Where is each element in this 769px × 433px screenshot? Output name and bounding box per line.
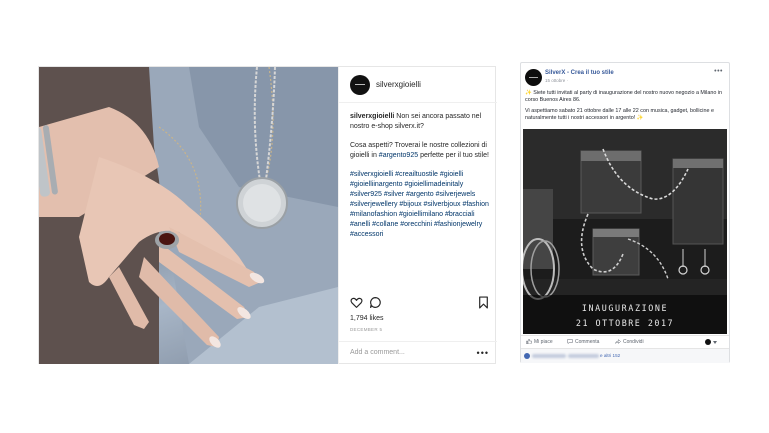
post-photo[interactable] <box>39 67 338 364</box>
caption-author[interactable]: silverxgioielli <box>350 113 394 120</box>
post-paragraph-1: Siete tutti invitati al party di inaugur… <box>525 90 723 104</box>
page-avatar[interactable] <box>525 69 542 86</box>
comment-input[interactable]: Add a comment... <box>350 349 405 356</box>
action-bar: Mi piace Commenta Condividi <box>521 335 729 347</box>
hashtag-list[interactable]: #silverxgioielli #creailtuostile #gioiel… <box>350 170 492 240</box>
avatar[interactable] <box>350 75 370 95</box>
comment-label: Commenta <box>575 339 600 345</box>
blurred-name <box>532 354 566 358</box>
image-title: INAUGURAZIONE <box>581 303 669 313</box>
thumbs-up-icon <box>526 339 532 344</box>
image-date: 21 OTTOBRE 2017 <box>575 318 675 328</box>
comment-button[interactable]: Commenta <box>567 339 599 345</box>
action-bar <box>350 296 490 310</box>
more-options-icon[interactable]: ••• <box>477 348 489 358</box>
post-date: DECEMBER 5 <box>350 327 383 332</box>
comment-icon <box>567 339 573 344</box>
facebook-post: SilverX - Crea il tuo stile 15 ottobre ·… <box>520 62 730 363</box>
share-icon <box>615 339 621 344</box>
likes-count[interactable]: 1,794 likes <box>350 315 383 322</box>
post-caption: silverxgioielli Non sei ancora passato n… <box>350 112 492 249</box>
reactions-footer: e altri 152 <box>521 348 729 363</box>
sparkles-icon: ✨ <box>636 114 644 121</box>
reaction-selector[interactable] <box>705 339 719 345</box>
share-label: Condividi <box>623 339 644 345</box>
caption-question-end: perfette per il tuo stile! <box>418 152 489 159</box>
page-name-link[interactable]: SilverX - Crea il tuo stile <box>545 70 614 76</box>
like-button[interactable]: Mi piace <box>526 339 553 345</box>
blurred-name <box>568 354 599 358</box>
heart-icon[interactable] <box>350 296 363 309</box>
like-label: Mi piace <box>534 339 553 345</box>
comment-bar: Add a comment... ••• <box>339 341 497 364</box>
post-paragraph-2: Vi aspettiamo sabato 21 ottobre dalle 17… <box>525 107 714 121</box>
bookmark-icon[interactable] <box>477 296 490 309</box>
post-text: ✨ Siete tutti invitati al party di inaug… <box>525 90 727 125</box>
like-reaction-icon <box>524 353 530 359</box>
share-button[interactable]: Condividi <box>615 339 644 345</box>
post-image[interactable]: INAUGURAZIONE 21 OTTOBRE 2017 <box>523 129 727 334</box>
comment-icon[interactable] <box>369 296 382 309</box>
reactions-count-link[interactable]: e altri 152 <box>600 353 620 358</box>
post-sidebar: silverxgioielli silverxgioielli Non sei … <box>338 67 497 364</box>
chevron-down-icon <box>713 341 717 344</box>
profile-dot-icon <box>705 339 711 345</box>
sparkles-icon: ✨ <box>525 90 532 96</box>
instagram-post: silverxgioielli silverxgioielli Non sei … <box>38 66 497 364</box>
hashtag-link[interactable]: #argento925 <box>379 152 418 159</box>
jewelry-photo-illustration <box>39 67 338 364</box>
post-menu-icon[interactable]: ••• <box>714 68 723 75</box>
post-header: silverxgioielli <box>339 67 497 103</box>
post-time[interactable]: 15 ottobre · <box>545 78 568 83</box>
username-link[interactable]: silverxgioielli <box>376 80 421 89</box>
